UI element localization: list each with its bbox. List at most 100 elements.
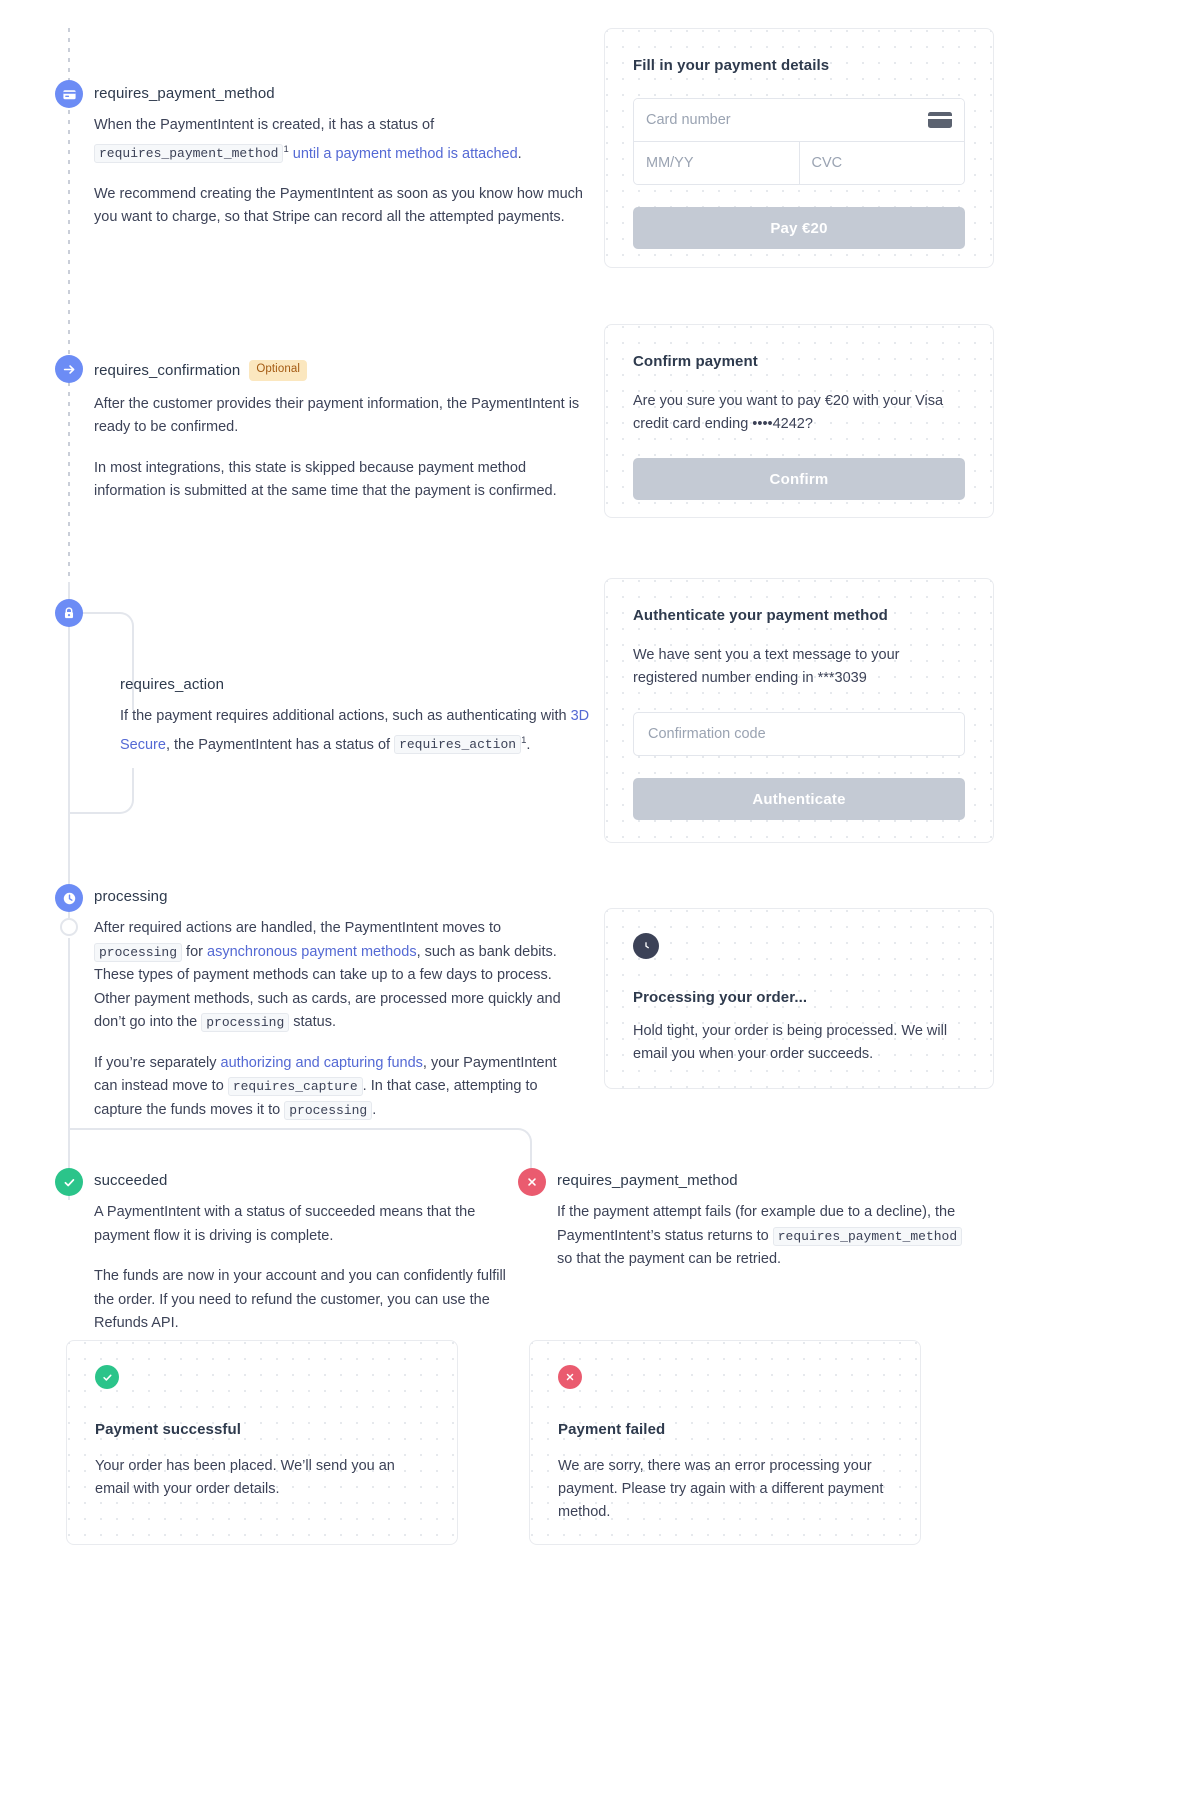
step-title: requires_payment_method	[94, 85, 584, 102]
check-circle-icon	[102, 1374, 112, 1381]
card-cvc-placeholder: CVC	[811, 155, 843, 171]
card-number-input[interactable]: Card number	[634, 99, 964, 141]
confirmation-code-placeholder: Confirmation code	[648, 726, 766, 742]
credit-card-icon	[62, 89, 76, 99]
step-title: requires_confirmation Optional	[94, 360, 584, 381]
step-title-text: requires_payment_method	[94, 85, 275, 102]
frag-a: After required actions are handled, the …	[94, 920, 502, 936]
step-title-text: requires_action	[120, 676, 225, 693]
clock-icon	[640, 940, 652, 952]
card-heading: Fill in your payment details	[633, 57, 830, 74]
step-title-text: requires_payment_method	[557, 1172, 738, 1189]
step-requires-action: requires_action If the payment requires …	[120, 676, 590, 757]
step-processing: processing After required actions are ha…	[94, 888, 574, 1122]
payment-intent-lifecycle-diagram: requires_payment_method When the Payment…	[0, 0, 1184, 1798]
inline-code-requires-action: requires_action	[394, 735, 522, 755]
frag-b: so that the payment can be retried.	[557, 1251, 782, 1267]
card-expiry-cvc-row: MM/YY CVC	[634, 141, 964, 184]
x-circle-icon	[528, 1178, 536, 1186]
step-paragraph-1: If the payment requires additional actio…	[120, 705, 590, 757]
step-title: requires_action	[120, 676, 590, 693]
branch-action-bottom	[69, 768, 134, 814]
card-fill-payment-details: Fill in your payment details Card number…	[604, 28, 994, 268]
inline-code-requires-payment-method: requires_payment_method	[772, 1226, 963, 1246]
step-paragraph-1: After the customer provides their paymen…	[94, 395, 580, 436]
step-requires-payment-method-failed: requires_payment_method If the payment a…	[557, 1172, 967, 1272]
frag-b: for	[182, 943, 207, 960]
node-clock-icon	[55, 884, 83, 912]
card-fields-group: Card number MM/YY CVC	[633, 98, 965, 185]
step-paragraph-1: When the PaymentIntent is created, it ha…	[94, 114, 584, 166]
link-asynchronous-payment-methods[interactable]: asynchronous payment methods	[207, 944, 417, 960]
step-paragraph-2: In most integrations, this state is skip…	[94, 459, 557, 500]
frag-d: status.	[289, 1014, 336, 1030]
card-heading: Payment failed	[558, 1421, 666, 1438]
step-title: succeeded	[94, 1172, 514, 1189]
node-x-circle-icon	[518, 1168, 546, 1196]
card-inner: Payment successful Your order has been p…	[67, 1341, 457, 1525]
frag-d: .	[372, 1101, 377, 1118]
card-body: Your order has been placed. We’ll send y…	[95, 1458, 395, 1497]
card-number-placeholder: Card number	[646, 112, 731, 128]
link-authorizing-capturing-funds[interactable]: authorizing and capturing funds	[221, 1055, 423, 1071]
step-paragraph-2: We recommend creating the PaymentIntent …	[94, 185, 583, 226]
confirm-button[interactable]: Confirm	[633, 458, 965, 500]
failure-badge-icon	[558, 1365, 582, 1389]
node-check-circle-icon	[55, 1168, 83, 1196]
card-processing-order: Processing your order... Hold tight, you…	[604, 908, 994, 1089]
inline-code-processing-2: processing	[201, 1013, 290, 1032]
card-cvc-input[interactable]: CVC	[798, 142, 964, 184]
step-paragraph-1: A PaymentIntent with a status of succeed…	[94, 1204, 476, 1244]
step-title: processing	[94, 888, 574, 905]
step-title-text: succeeded	[94, 1172, 168, 1189]
card-inner: Confirm payment Are you sure you want to…	[605, 325, 993, 528]
card-heading: Processing your order...	[633, 989, 808, 1006]
step-paragraph-2: If you’re separately authorizing and cap…	[94, 1052, 574, 1123]
x-circle-icon	[566, 1373, 574, 1381]
card-expiry-placeholder: MM/YY	[646, 155, 694, 171]
inline-code-requires-payment-method: requires_payment_method	[94, 144, 284, 164]
card-body: We have sent you a text message to your …	[633, 647, 900, 686]
frag-a: If you’re separately	[94, 1054, 221, 1071]
card-body: We are sorry, there was an error process…	[558, 1458, 884, 1520]
sentence-start: If the payment requires additional actio…	[120, 708, 571, 724]
branch-failure	[69, 1128, 532, 1178]
step-paragraph-1: After required actions are handled, the …	[94, 917, 574, 1035]
node-arrow-right-icon	[55, 355, 83, 383]
step-paragraph-1: If the payment attempt fails (for exampl…	[557, 1201, 967, 1272]
card-expiry-input[interactable]: MM/YY	[634, 142, 799, 184]
card-brand-icon	[928, 112, 952, 128]
timeline-rail-dotted-1	[68, 110, 70, 358]
link-payment-method-attached[interactable]: until a payment method is attached	[293, 145, 518, 161]
card-heading: Payment successful	[95, 1421, 242, 1438]
status-badge-optional: Optional	[249, 360, 307, 381]
period: .	[517, 145, 522, 162]
card-body: Are you sure you want to pay €20 with yo…	[633, 393, 944, 432]
card-inner: Fill in your payment details Card number…	[605, 29, 993, 277]
node-lock-icon	[55, 599, 83, 627]
card-heading: Authenticate your payment method	[633, 607, 888, 624]
step-requires-payment-method: requires_payment_method When the Payment…	[94, 85, 584, 230]
step-title-text: processing	[94, 888, 168, 905]
processing-clock-badge	[633, 933, 659, 959]
step-paragraph-2: The funds are now in your account and yo…	[94, 1268, 506, 1331]
step-title-text: requires_confirmation	[94, 361, 241, 379]
step-requires-confirmation: requires_confirmation Optional After the…	[94, 360, 584, 504]
inline-code-processing-3: processing	[284, 1100, 373, 1120]
success-badge-icon	[95, 1365, 119, 1389]
card-confirm-payment: Confirm payment Are you sure you want to…	[604, 324, 994, 518]
sentence: When the PaymentIntent is created, it ha…	[94, 117, 435, 133]
card-inner: Authenticate your payment method We have…	[605, 579, 993, 848]
pay-button[interactable]: Pay €20	[633, 207, 965, 249]
inline-code-requires-capture: requires_capture	[227, 1077, 363, 1096]
footnote-marker: 1	[283, 143, 289, 155]
node-credit-card-icon	[55, 80, 83, 108]
card-body: Hold tight, your order is being processe…	[633, 1023, 948, 1062]
authenticate-button[interactable]: Authenticate	[633, 778, 965, 820]
confirmation-code-input[interactable]: Confirmation code	[633, 712, 965, 756]
card-authenticate: Authenticate your payment method We have…	[604, 578, 994, 843]
clock-icon	[63, 892, 75, 904]
card-payment-failed: Payment failed We are sorry, there was a…	[529, 1340, 921, 1545]
sentence-middle: , the PaymentIntent has a status of	[165, 736, 395, 753]
timeline-merge-node	[60, 918, 78, 936]
